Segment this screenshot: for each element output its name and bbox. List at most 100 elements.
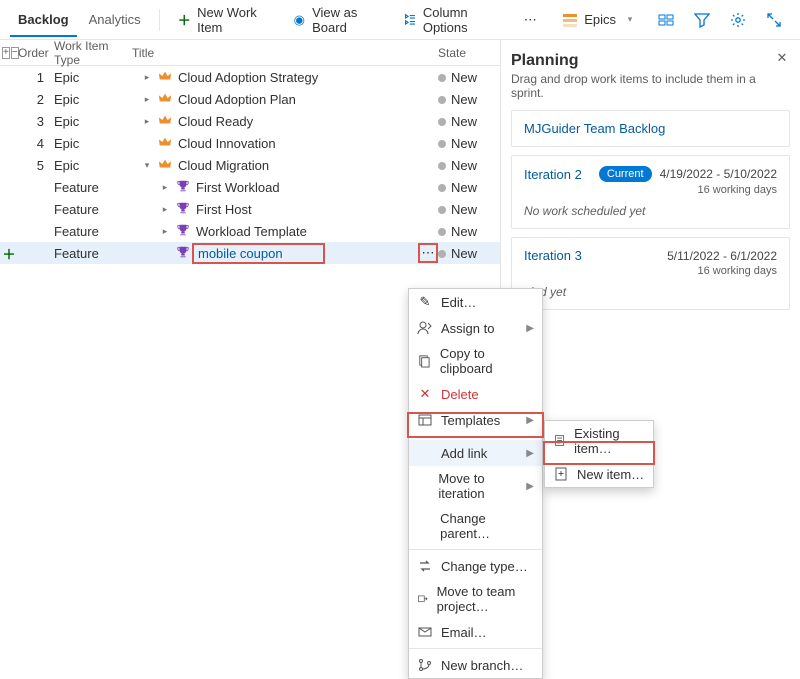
state-dot-icon: [438, 206, 446, 214]
state-dot-icon: [438, 96, 446, 104]
delete-icon: ✕: [417, 386, 433, 402]
iteration-dates: 4/19/2022 - 5/10/2022: [660, 167, 777, 181]
link-icon: [417, 445, 433, 461]
cell-state: New: [438, 158, 494, 173]
menu-email[interactable]: Email…: [409, 619, 542, 645]
iteration-card[interactable]: Iteration 35/11/2022 - 6/1/202216 workin…: [511, 237, 790, 310]
more-toolbar-button[interactable]: ⋯: [514, 6, 546, 34]
chevron-right-icon: ▶: [526, 415, 534, 426]
chevron-icon[interactable]: ▸: [160, 182, 170, 193]
chevron-icon[interactable]: ▸: [142, 72, 152, 83]
cell-state: New: [438, 114, 494, 129]
chevron-icon[interactable]: ▸: [160, 226, 170, 237]
cell-title: ▸ Cloud Adoption Plan: [132, 91, 418, 108]
add-child-icon[interactable]: ＋: [0, 244, 18, 263]
menu-change-type[interactable]: Change type…: [409, 553, 542, 579]
chevron-icon[interactable]: ▾: [142, 160, 152, 171]
backlog-card[interactable]: MJGuider Team Backlog: [511, 110, 790, 147]
col-type[interactable]: Work Item Type: [54, 39, 132, 67]
menu-edit[interactable]: ✎Edit…: [409, 289, 542, 315]
work-item-title[interactable]: Cloud Adoption Plan: [178, 92, 296, 107]
table-row[interactable]: ＋3Epic▸Cloud Ready⋯New: [0, 110, 500, 132]
cell-order: 4: [18, 136, 54, 151]
submenu-new-item[interactable]: New item…: [545, 461, 653, 487]
work-item-title[interactable]: First Workload: [196, 180, 280, 195]
state-dot-icon: [438, 184, 446, 192]
tab-analytics[interactable]: Analytics: [81, 4, 149, 35]
work-item-title[interactable]: First Host: [196, 202, 252, 217]
work-item-title[interactable]: Cloud Ready: [178, 114, 253, 129]
chevron-down-icon: ▾: [622, 12, 638, 28]
iteration-empty: No work scheduled yet: [524, 204, 777, 218]
chevron-icon[interactable]: ▸: [142, 116, 152, 127]
trophy-icon: [176, 245, 190, 262]
cell-state: New: [438, 180, 494, 195]
state-dot-icon: [438, 140, 446, 148]
table-row[interactable]: ＋2Epic▸Cloud Adoption Plan⋯New: [0, 88, 500, 110]
cell-title: ▸ Cloud Ready: [132, 113, 418, 130]
context-menu: ✎Edit… Assign to▶ Copy to clipboard ✕Del…: [408, 288, 543, 679]
chevron-icon[interactable]: ▸: [160, 204, 170, 215]
menu-new-branch[interactable]: New branch…: [409, 652, 542, 678]
menu-copy[interactable]: Copy to clipboard: [409, 341, 542, 381]
menu-move-iteration[interactable]: Move to iteration▶: [409, 466, 542, 506]
menu-delete[interactable]: ✕Delete: [409, 381, 542, 407]
view-as-board-label: View as Board: [312, 5, 383, 35]
col-state[interactable]: State: [438, 46, 494, 60]
fullscreen-button[interactable]: [758, 6, 790, 34]
crown-icon: [158, 157, 172, 174]
filter-button[interactable]: [686, 6, 718, 34]
column-options-label: Column Options: [423, 5, 502, 35]
work-item-title[interactable]: Cloud Innovation: [178, 136, 276, 151]
tab-backlog[interactable]: Backlog: [10, 4, 77, 37]
column-options-button[interactable]: Column Options: [395, 0, 510, 41]
templates-icon: [417, 412, 433, 428]
menu-add-link[interactable]: Add link▶: [409, 440, 542, 466]
new-work-item-button[interactable]: ＋ New Work Item: [169, 0, 280, 41]
work-item-title[interactable]: Workload Template: [196, 224, 307, 239]
chevron-icon[interactable]: ▸: [142, 94, 152, 105]
cell-title: ▸ First Workload: [132, 179, 418, 196]
cell-order: 5: [18, 158, 54, 173]
col-title[interactable]: Title: [132, 46, 418, 60]
chevron-right-icon: ▶: [526, 323, 534, 334]
crown-icon: [158, 113, 172, 130]
main: +− Order Work Item Type Title State ＋1Ep…: [0, 40, 800, 554]
table-row[interactable]: ＋4EpicCloud Innovation⋯New: [0, 132, 500, 154]
table-row[interactable]: ＋Featuremobile coupon⋯New: [0, 242, 500, 264]
settings-button[interactable]: [722, 6, 754, 34]
backlog-grid: +− Order Work Item Type Title State ＋1Ep…: [0, 40, 500, 554]
gear-icon: [730, 12, 746, 28]
crown-icon: [158, 91, 172, 108]
crown-icon: [158, 69, 172, 86]
grid-header: +− Order Work Item Type Title State: [0, 40, 500, 66]
menu-assign-to[interactable]: Assign to▶: [409, 315, 542, 341]
col-order[interactable]: Order: [18, 46, 54, 60]
submenu-existing-item[interactable]: Existing item…: [545, 421, 653, 461]
table-row[interactable]: ＋Feature▸First Workload⋯New: [0, 176, 500, 198]
expand-collapse-all[interactable]: +−: [0, 47, 18, 59]
trophy-icon: [176, 223, 190, 240]
menu-templates[interactable]: Templates▶: [409, 407, 542, 433]
iteration-card[interactable]: Iteration 2Current4/19/2022 - 5/10/20221…: [511, 155, 790, 229]
work-item-title[interactable]: Cloud Migration: [178, 158, 269, 173]
column-options-icon: [403, 12, 417, 28]
email-icon: [417, 624, 433, 640]
menu-change-parent[interactable]: Change parent…: [409, 506, 542, 546]
cell-title: ▸ Workload Template: [132, 223, 418, 240]
view-as-board-button[interactable]: ◉ View as Board: [285, 0, 392, 41]
menu-move-project[interactable]: Move to team project…: [409, 579, 542, 619]
backlog-level-selector[interactable]: Epics ▾: [554, 6, 646, 34]
close-icon[interactable]: ✕: [774, 50, 790, 66]
cell-state: New: [438, 202, 494, 217]
cell-title: ▸ First Host: [132, 201, 418, 218]
work-item-title[interactable]: mobile coupon: [192, 243, 325, 264]
table-row[interactable]: ＋1Epic▸Cloud Adoption Strategy⋯New: [0, 66, 500, 88]
row-more-icon[interactable]: ⋯: [418, 243, 438, 263]
work-item-title[interactable]: Cloud Adoption Strategy: [178, 70, 318, 85]
table-row[interactable]: ＋Feature▸Workload Template⋯New: [0, 220, 500, 242]
table-row[interactable]: ＋Feature▸First Host⋯New: [0, 198, 500, 220]
expand-all-icon[interactable]: +: [2, 47, 10, 59]
view-options-button[interactable]: [650, 6, 682, 34]
table-row[interactable]: ＋5Epic▾Cloud Migration⋯New: [0, 154, 500, 176]
